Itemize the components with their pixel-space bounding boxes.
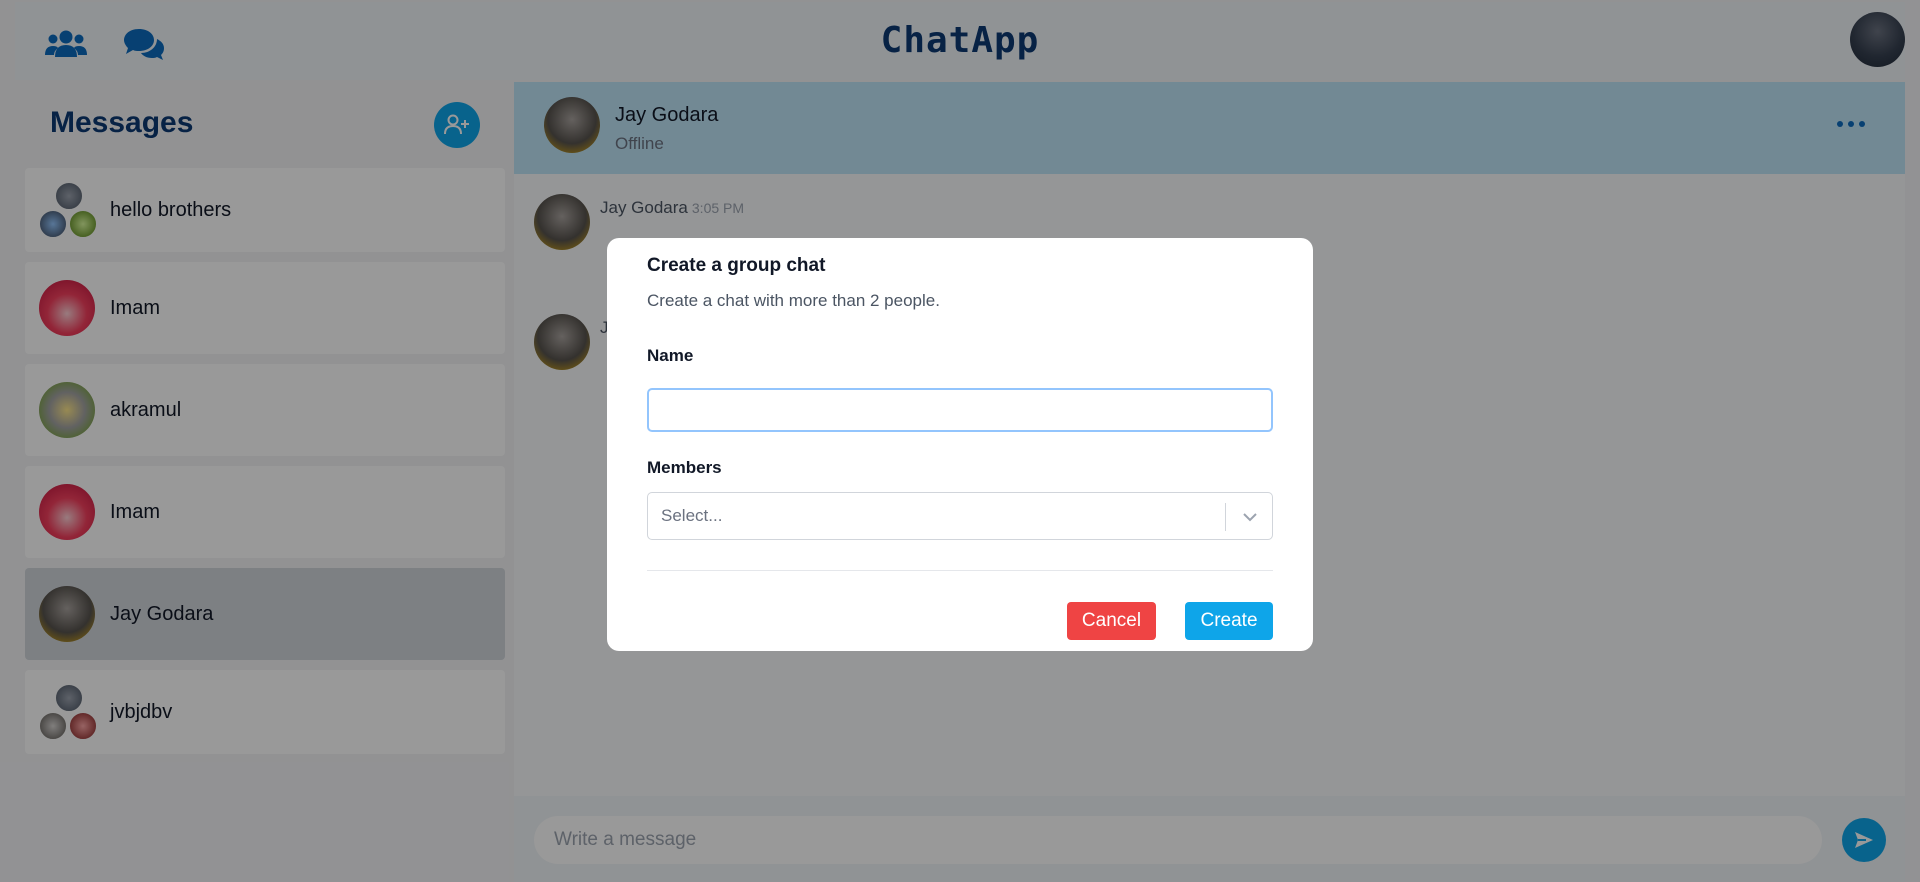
cancel-button[interactable]: Cancel: [1067, 602, 1156, 640]
chevron-down-icon[interactable]: [1238, 505, 1262, 529]
group-name-input[interactable]: [647, 388, 1273, 432]
modal-title: Create a group chat: [647, 255, 826, 276]
name-label: Name: [647, 346, 694, 365]
select-separator: [1225, 503, 1226, 531]
create-group-modal: Create a group chat Create a chat with m…: [607, 238, 1313, 651]
modal-description: Create a chat with more than 2 people.: [647, 291, 940, 310]
modal-divider: [647, 570, 1273, 571]
members-label: Members: [647, 458, 722, 477]
members-select[interactable]: Select...: [647, 492, 1273, 540]
create-button[interactable]: Create: [1185, 602, 1273, 640]
members-select-placeholder: Select...: [661, 506, 723, 525]
